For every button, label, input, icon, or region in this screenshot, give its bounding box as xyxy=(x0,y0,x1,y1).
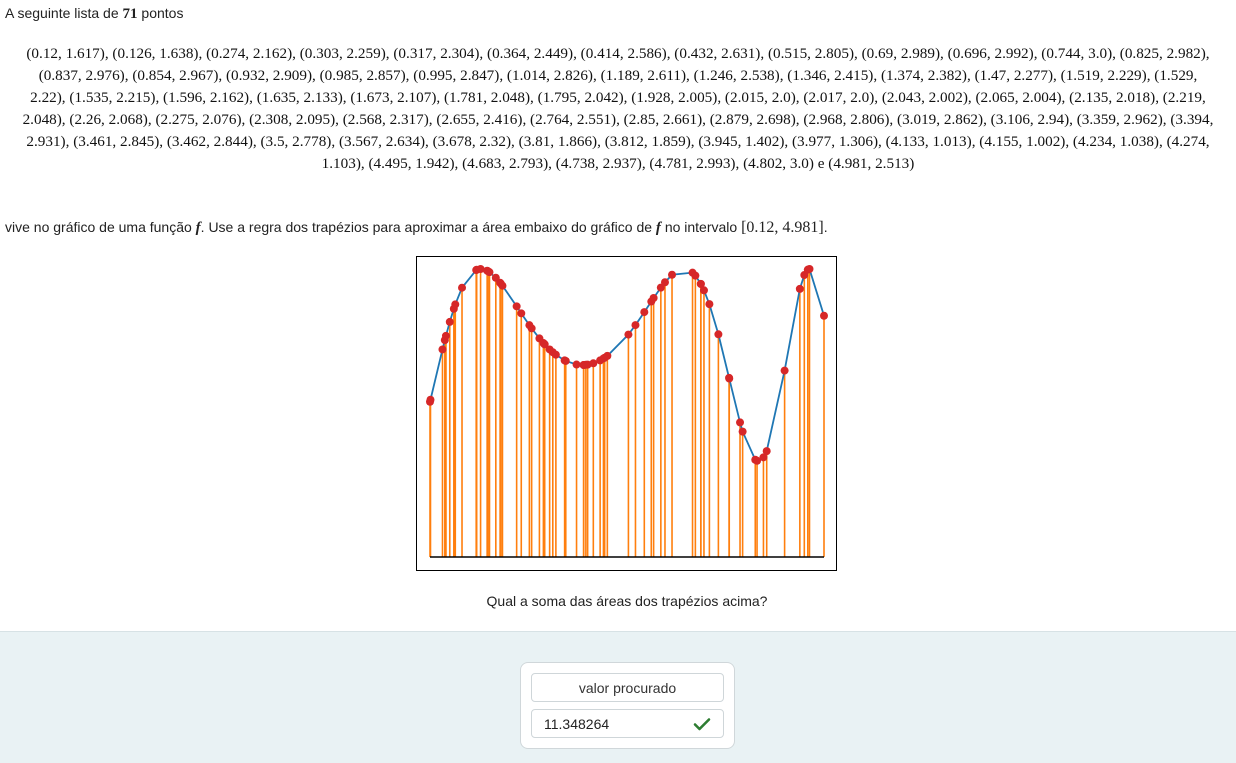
trapezoid-plot xyxy=(416,256,837,571)
data-point xyxy=(780,366,789,375)
answer-label: valor procurado xyxy=(531,673,724,702)
data-point xyxy=(485,268,494,277)
answer-card: valor procurado 11.348264 xyxy=(520,662,735,749)
desc-part3: no intervalo xyxy=(664,219,738,235)
question-text: Qual a soma das áreas dos trapézios acim… xyxy=(486,593,768,609)
data-point xyxy=(517,309,526,318)
data-point xyxy=(805,265,814,273)
intro-text: A seguinte lista de 71 pontos xyxy=(5,5,183,23)
data-point xyxy=(438,345,447,354)
problem-description: vive no gráfico de uma função f. Use a r… xyxy=(5,219,828,237)
data-point xyxy=(512,302,521,311)
desc-end: . xyxy=(823,219,828,235)
data-point xyxy=(445,317,454,326)
data-point xyxy=(561,356,570,365)
data-point xyxy=(498,281,507,290)
data-point xyxy=(603,351,612,360)
data-point xyxy=(795,284,804,293)
interval: [0.12, 4.981] xyxy=(741,219,824,236)
data-point xyxy=(660,278,669,287)
function-name-2: f xyxy=(655,220,661,236)
data-point xyxy=(631,321,640,330)
answer-input[interactable]: 11.348264 xyxy=(531,709,724,738)
point-count: 71 xyxy=(122,6,138,22)
trapezoid-chart xyxy=(426,265,828,558)
data-point xyxy=(738,427,747,436)
desc-part1: vive no gráfico de uma função xyxy=(5,219,192,235)
data-point xyxy=(441,331,450,340)
intro-suffix: pontos xyxy=(141,5,184,21)
data-point xyxy=(589,359,598,368)
data-point xyxy=(426,395,435,404)
data-point xyxy=(668,270,677,279)
intro-prefix: A seguinte lista de xyxy=(5,5,119,21)
points-list: (0.12, 1.617), (0.126, 1.638), (0.274, 2… xyxy=(22,45,1214,172)
desc-part2: . Use a regra dos trapézios para aproxim… xyxy=(200,219,653,235)
data-point xyxy=(527,324,536,333)
data-point xyxy=(691,271,700,280)
answer-value: 11.348264 xyxy=(544,715,610,732)
data-point xyxy=(551,350,560,359)
data-point xyxy=(572,360,581,369)
data-point xyxy=(458,283,467,292)
data-point xyxy=(725,374,734,383)
data-point xyxy=(624,330,633,339)
data-point xyxy=(649,293,658,302)
data-point xyxy=(820,311,828,320)
check-icon xyxy=(693,717,711,730)
data-point xyxy=(705,300,714,309)
data-point xyxy=(762,447,771,456)
data-point xyxy=(640,308,649,317)
data-point xyxy=(699,286,708,295)
data-point xyxy=(736,418,745,427)
data-point xyxy=(714,330,723,339)
data-point xyxy=(451,300,460,309)
